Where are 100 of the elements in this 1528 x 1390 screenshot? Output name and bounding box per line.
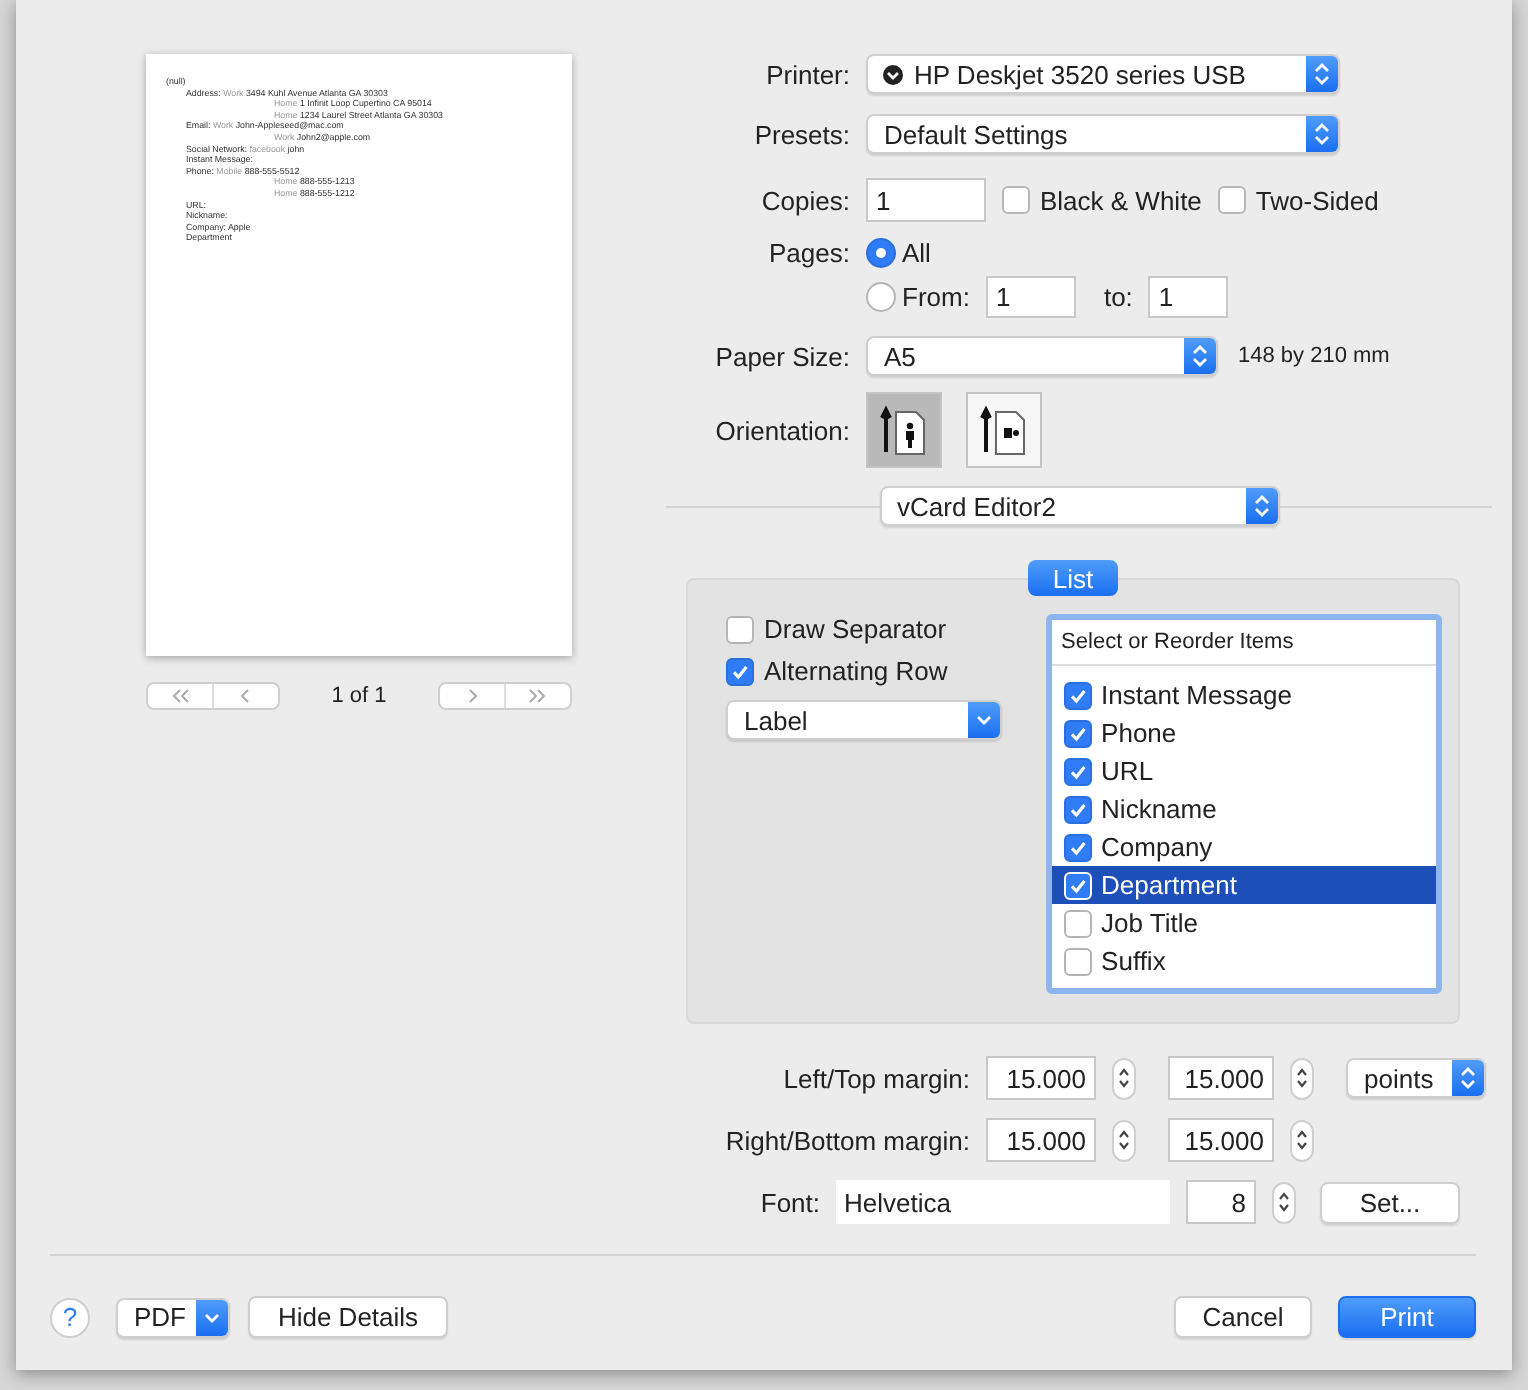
up-down-arrows-icon — [1314, 62, 1330, 86]
up-down-arrows-icon — [1460, 1066, 1476, 1090]
field-label: Copies: — [759, 185, 850, 215]
list-item[interactable]: URL — [1051, 752, 1436, 790]
checkbox-label: Black & White — [1040, 185, 1202, 215]
list-item[interactable]: Nickname — [1051, 790, 1436, 828]
pdf-menu-button[interactable]: PDF — [116, 1297, 230, 1337]
checkbox-label: Suffix — [1101, 946, 1166, 976]
checkmark-icon — [1067, 875, 1088, 895]
print-button[interactable]: Print — [1338, 1296, 1476, 1338]
field-label: Presets: — [752, 119, 850, 149]
printer-popup[interactable]: HP Deskjet 3520 series USB — [866, 54, 1340, 94]
hide-details-button[interactable]: Hide Details — [248, 1296, 448, 1338]
double-chevron-right-icon — [526, 688, 550, 704]
checkbox[interactable] — [1217, 186, 1246, 214]
page-indicator: 1 of 1 — [331, 684, 387, 708]
list-item[interactable]: Suffix — [1051, 942, 1436, 980]
checkbox[interactable] — [1063, 681, 1092, 709]
checkmark-icon — [1067, 723, 1088, 743]
copies-field[interactable]: 1 — [866, 178, 986, 222]
checkbox[interactable] — [1063, 757, 1092, 785]
checkbox-label: Nickname — [1101, 794, 1217, 824]
up-down-arrows-icon — [1314, 122, 1330, 146]
checkbox[interactable] — [726, 615, 754, 643]
checkbox[interactable] — [1063, 833, 1092, 861]
orientation-button[interactable] — [866, 392, 942, 468]
stepper[interactable] — [1272, 1181, 1296, 1223]
radio-label: From: — [902, 282, 970, 312]
chevron-down-icon — [976, 714, 992, 726]
font-name-field[interactable]: Helvetica — [836, 1180, 1170, 1224]
units-popup[interactable]: points — [1346, 1058, 1486, 1098]
stepper[interactable] — [1112, 1119, 1136, 1161]
list-header: Select or Reorder Items — [1051, 620, 1436, 666]
field-label: Pages: — [767, 238, 850, 268]
checkbox[interactable] — [1002, 186, 1030, 214]
stepper[interactable] — [1290, 1057, 1314, 1099]
list-item[interactable]: Department — [1051, 866, 1436, 904]
list-item[interactable]: Phone — [1051, 714, 1436, 752]
up-down-arrows-icon — [1278, 1190, 1290, 1214]
portrait-page-icon — [878, 404, 930, 456]
checkbox[interactable] — [1063, 909, 1092, 937]
paper-size-popup[interactable]: A5 — [866, 336, 1218, 376]
set-font-button[interactable]: Set... — [1320, 1181, 1460, 1223]
field-label: Printer: — [764, 59, 850, 89]
stepper[interactable] — [1290, 1119, 1314, 1161]
cancel-button[interactable]: Cancel — [1174, 1296, 1312, 1338]
chevron-down-icon — [204, 1311, 220, 1323]
checkbox[interactable] — [1063, 947, 1092, 975]
orientation-button[interactable] — [966, 392, 1042, 468]
checkbox-label: Alternating Row — [764, 656, 948, 686]
list-item[interactable]: Instant Message — [1051, 676, 1436, 714]
up-down-arrows-icon — [1296, 1128, 1308, 1152]
font-size-field[interactable]: 8 — [1186, 1180, 1256, 1224]
list-item[interactable]: Company — [1051, 828, 1436, 866]
help-button[interactable]: ? — [50, 1297, 90, 1337]
checkbox[interactable] — [1063, 795, 1092, 823]
up-down-arrows-icon — [1296, 1066, 1308, 1090]
field-label: Left/Top margin: — [781, 1063, 970, 1093]
margin-field[interactable]: 15.000 — [1168, 1056, 1274, 1100]
field-label: Right/Bottom margin: — [723, 1125, 970, 1155]
radio-button[interactable] — [866, 282, 896, 312]
up-down-arrows-icon — [1192, 344, 1208, 368]
margin-field[interactable]: 15.000 — [1168, 1118, 1274, 1162]
landscape-page-icon — [978, 404, 1030, 456]
list-item[interactable]: Job Title — [1051, 904, 1436, 942]
checkbox-label: Department — [1101, 870, 1237, 900]
up-down-arrows-icon — [1118, 1066, 1130, 1090]
checkbox-label: URL — [1101, 756, 1154, 786]
checkbox-label: Instant Message — [1101, 680, 1292, 710]
checkmark-icon — [730, 661, 750, 681]
checkbox[interactable] — [1063, 719, 1092, 747]
checkbox-label: Two-Sided — [1255, 185, 1379, 215]
field-label: Orientation: — [713, 415, 850, 445]
checkbox-label: Company — [1101, 832, 1213, 862]
panel-popup[interactable]: vCard Editor2 — [879, 486, 1279, 526]
radio-button[interactable] — [866, 238, 896, 268]
margin-field[interactable]: 15.000 — [986, 1118, 1096, 1162]
presets-popup[interactable]: Default Settings — [866, 114, 1340, 154]
printer-status-icon — [882, 63, 904, 85]
checkmark-icon — [1067, 837, 1088, 857]
field-label: Paper Size: — [713, 341, 850, 371]
from-page-field[interactable]: 1 — [985, 276, 1076, 318]
checkmark-icon — [1067, 799, 1088, 819]
list-tab[interactable]: List — [1028, 560, 1118, 596]
paper-dimensions: 148 by 210 mm — [1238, 344, 1390, 368]
margin-field[interactable]: 15.000 — [986, 1056, 1096, 1100]
stepper[interactable] — [1112, 1057, 1136, 1099]
radio-label: All — [902, 238, 931, 268]
field-label: to: — [1103, 282, 1133, 312]
to-page-field[interactable]: 1 — [1148, 276, 1229, 318]
field-label: Font: — [758, 1187, 820, 1217]
checkbox-label: Job Title — [1101, 908, 1198, 938]
label-style-popup[interactable]: Label — [726, 700, 1002, 740]
checkmark-icon — [1067, 761, 1088, 781]
double-chevron-left-icon — [168, 688, 192, 704]
checkbox-label: Draw Separator — [764, 614, 947, 644]
checkbox[interactable] — [726, 657, 754, 685]
checkbox-label: Phone — [1101, 718, 1177, 748]
up-down-arrows-icon — [1253, 494, 1269, 518]
checkmark-icon — [1067, 685, 1088, 705]
